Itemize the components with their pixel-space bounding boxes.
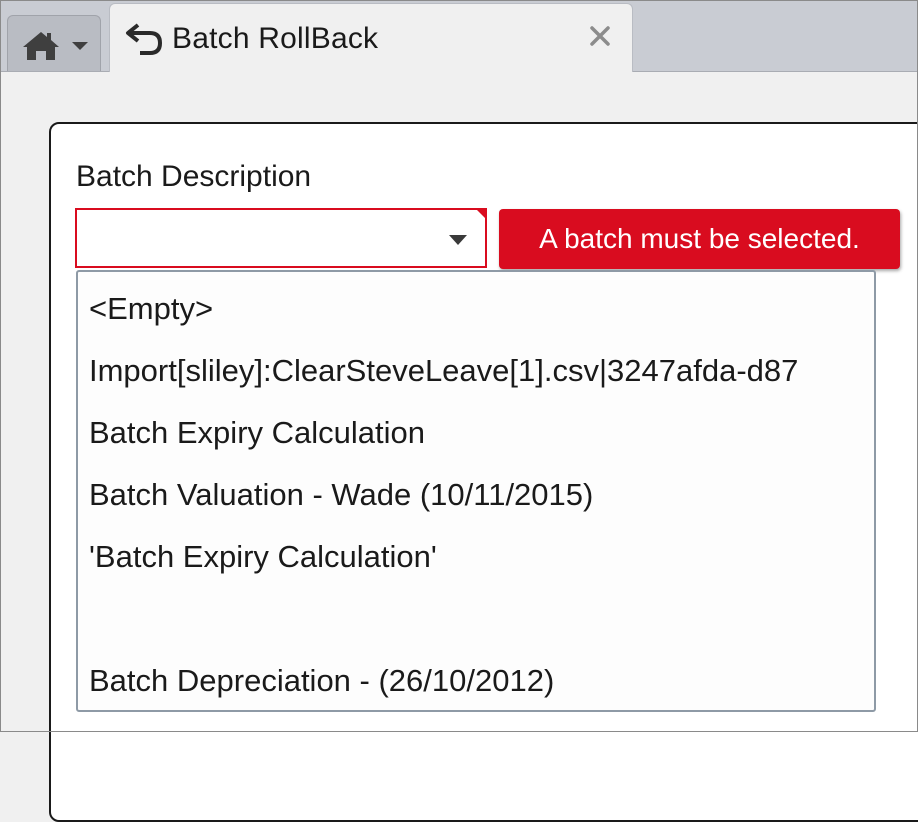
batch-dropdown-list[interactable]: <Empty> Import[sliley]:ClearSteveLeave[1…: [76, 270, 876, 712]
dropdown-option[interactable]: Import[sliley]:ClearSteveLeave[1].csv|32…: [78, 340, 874, 402]
batch-description-label: Batch Description: [76, 160, 312, 193]
dropdown-option[interactable]: [78, 588, 874, 650]
error-indicator: [475, 208, 487, 220]
close-icon[interactable]: [588, 24, 612, 48]
tab-batch-rollback[interactable]: Batch RollBack: [109, 3, 633, 73]
undo-icon: [126, 23, 163, 55]
home-tab[interactable]: [7, 15, 101, 71]
dropdown-arrow-icon[interactable]: [449, 235, 467, 245]
chevron-down-icon[interactable]: [70, 40, 90, 52]
dropdown-option[interactable]: Batch Depreciation - (26/10/2012): [78, 650, 874, 710]
validation-error-tooltip: A batch must be selected.: [499, 209, 900, 269]
dropdown-option[interactable]: Batch Valuation - Wade (10/11/2015): [78, 464, 874, 526]
dropdown-option[interactable]: Batch Expiry Calculation: [78, 402, 874, 464]
home-icon: [23, 32, 59, 60]
tab-strip: Batch RollBack: [1, 1, 917, 73]
batch-description-select[interactable]: [75, 208, 487, 268]
dropdown-option[interactable]: 'Batch Expiry Calculation': [78, 526, 874, 588]
tab-label: Batch RollBack: [172, 22, 379, 55]
dropdown-option[interactable]: <Empty>: [78, 278, 874, 340]
